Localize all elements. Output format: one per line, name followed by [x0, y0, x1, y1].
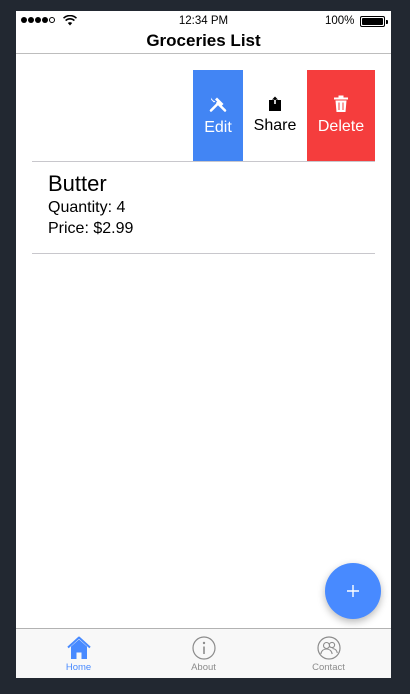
- phone-screen: 12:34 PM 100% Groceries List Edit Share …: [16, 11, 391, 678]
- tab-home-label: Home: [65, 662, 92, 673]
- tab-home[interactable]: Home: [16, 629, 141, 678]
- item-price: Price: $2.99: [48, 220, 134, 237]
- page-title: Groceries List: [146, 31, 261, 50]
- hammer-icon: [209, 97, 227, 112]
- tab-contact-label: Contact: [312, 662, 345, 673]
- edit-label: Edit: [204, 119, 232, 136]
- home-icon: [66, 636, 91, 659]
- list-divider: [32, 161, 375, 162]
- trash-icon: [334, 95, 348, 112]
- battery-percentage: 100%: [325, 15, 355, 27]
- item-sliding-options: Edit Share Delete: [193, 70, 375, 161]
- share-button[interactable]: Share: [243, 70, 307, 161]
- plus-icon: [347, 585, 359, 597]
- contacts-icon: [316, 636, 341, 660]
- tab-contact[interactable]: Contact: [266, 629, 391, 678]
- tab-about-label: About: [191, 662, 216, 673]
- status-bar: 12:34 PM 100%: [16, 11, 391, 31]
- tab-bar: Home About Contact: [16, 628, 391, 678]
- add-item-button[interactable]: [325, 563, 381, 619]
- info-icon: [191, 636, 216, 660]
- navigation-bar: Groceries List: [16, 31, 391, 54]
- delete-label: Delete: [317, 118, 365, 135]
- edit-button[interactable]: Edit: [193, 70, 243, 161]
- share-icon: [269, 96, 281, 111]
- item-name: Butter: [48, 171, 107, 196]
- tab-about[interactable]: About: [141, 629, 266, 678]
- delete-button[interactable]: Delete: [307, 70, 375, 161]
- share-label: Share: [253, 117, 297, 134]
- list-item[interactable]: Butter Quantity: 4 Price: $2.99: [48, 171, 348, 239]
- battery-icon: [360, 16, 388, 27]
- item-quantity: Quantity: 4: [48, 199, 126, 216]
- list-divider: [32, 253, 375, 254]
